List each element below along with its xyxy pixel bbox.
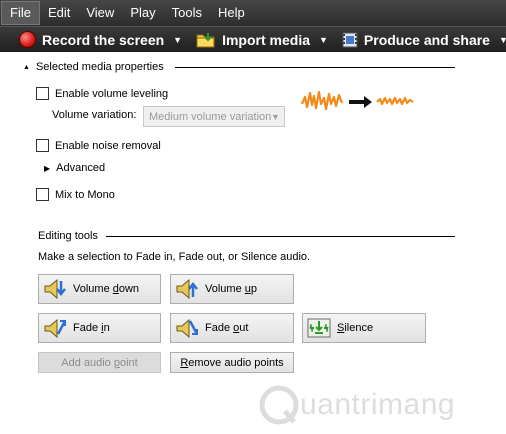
fade-in-button[interactable]: Fade in	[38, 313, 161, 343]
menu-bar: File Edit View Play Tools Help	[0, 0, 506, 26]
noise-removal-checkbox[interactable]	[36, 139, 49, 152]
section-divider	[106, 236, 455, 237]
watermark-logo-icon	[259, 385, 299, 425]
mix-to-mono-label: Mix to Mono	[55, 188, 115, 201]
watermark: uantrimang	[258, 380, 482, 430]
chevron-down-icon: ▼	[173, 34, 183, 45]
media-properties-title: Selected media properties	[35, 61, 164, 73]
volume-variation-select: Medium volume variation ▼	[143, 106, 285, 127]
fade-in-icon	[43, 316, 67, 340]
advanced-expander[interactable]: ▶ Advanced	[44, 162, 105, 174]
editing-instruction: Make a selection to Fade in, Fade out, o…	[38, 251, 311, 263]
volume-up-button[interactable]: Volume up	[170, 274, 294, 304]
fade-out-icon	[175, 316, 199, 340]
menu-view[interactable]: View	[78, 1, 122, 25]
collapse-triangle-icon: ▲	[23, 63, 30, 71]
menu-edit[interactable]: Edit	[40, 1, 78, 25]
chevron-down-icon: ▼	[271, 111, 280, 122]
menu-help[interactable]: Help	[210, 1, 253, 25]
advanced-label: Advanced	[56, 162, 106, 174]
watermark-text: uantrimang	[300, 388, 456, 421]
silence-button[interactable]: Silence	[302, 313, 426, 343]
silence-icon	[307, 316, 331, 340]
chevron-down-icon: ▼	[498, 34, 506, 45]
fade-out-button[interactable]: Fade out	[170, 313, 294, 343]
menu-play[interactable]: Play	[122, 1, 163, 25]
volume-leveling-illustration	[300, 88, 421, 114]
editing-tools-title: Editing tools	[38, 230, 98, 242]
toolbar: Record the screen ▼ Import media ▼ Produ…	[0, 26, 506, 52]
volume-up-icon	[175, 277, 199, 301]
record-screen-label: Record the screen	[42, 31, 165, 48]
mix-to-mono-row[interactable]: Mix to Mono	[36, 188, 115, 201]
volume-down-icon	[43, 277, 67, 301]
record-icon	[19, 31, 36, 48]
expand-triangle-icon: ▶	[44, 163, 51, 173]
menu-file[interactable]: File	[1, 1, 40, 25]
noise-removal-row[interactable]: Enable noise removal	[36, 139, 161, 152]
record-screen-button[interactable]: Record the screen ▼	[0, 28, 188, 52]
media-properties-header[interactable]: ▲ Selected media properties	[23, 61, 164, 73]
menu-tools[interactable]: Tools	[164, 1, 210, 25]
waveform-icon	[300, 90, 414, 111]
import-media-label: Import media	[222, 31, 310, 48]
volume-leveling-row[interactable]: Enable volume leveling	[36, 87, 168, 100]
remove-audio-points-button[interactable]: Remove audio points	[170, 352, 294, 373]
noise-removal-label: Enable noise removal	[55, 139, 161, 152]
volume-variation-value: Medium volume variation	[149, 110, 272, 123]
volume-down-button[interactable]: Volume down	[38, 274, 161, 304]
folder-icon	[196, 32, 216, 48]
volume-leveling-label: Enable volume leveling	[55, 87, 169, 100]
mix-to-mono-checkbox[interactable]	[36, 188, 49, 201]
film-icon	[342, 32, 358, 48]
import-media-button[interactable]: Import media ▼	[192, 28, 334, 52]
volume-leveling-checkbox[interactable]	[36, 87, 49, 100]
audio-properties-panel: ▲ Selected media properties Enable volum…	[19, 52, 485, 422]
volume-variation-label: Volume variation:	[52, 109, 137, 121]
produce-share-label: Produce and share	[363, 31, 490, 48]
add-audio-point-button[interactable]: Add audio point	[38, 352, 161, 373]
produce-share-button[interactable]: Produce and share ▼	[338, 28, 506, 52]
chevron-down-icon: ▼	[319, 34, 328, 45]
section-divider	[175, 67, 455, 68]
